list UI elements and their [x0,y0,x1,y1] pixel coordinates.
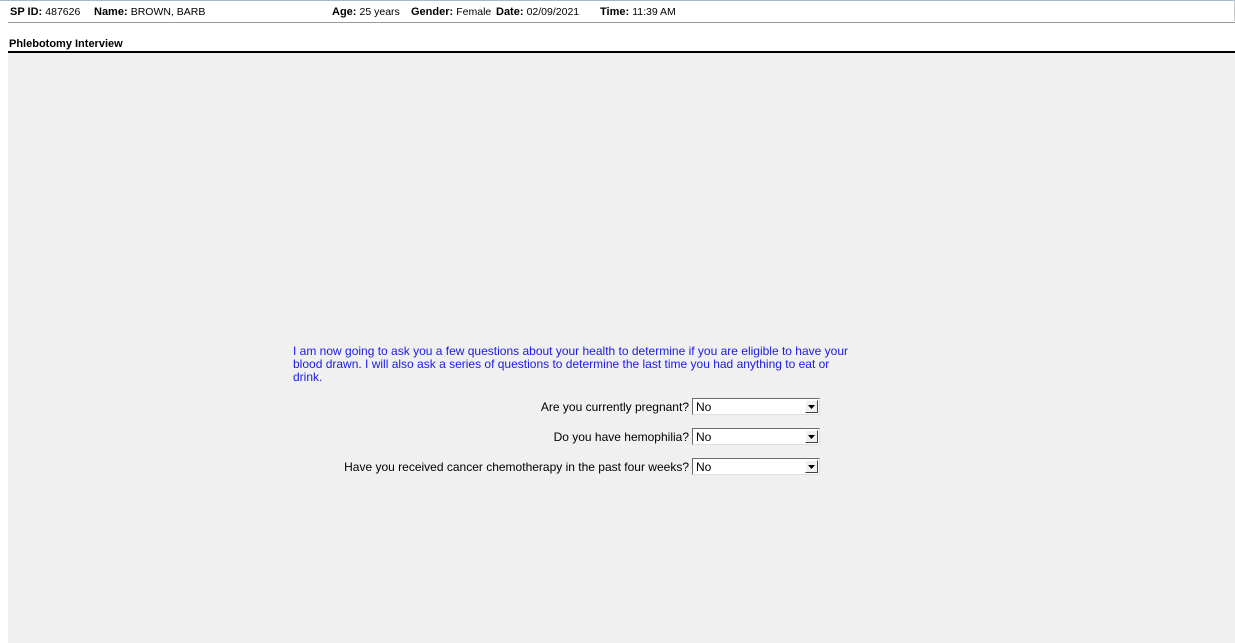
name-value: BROWN, BARB [130,6,206,18]
time-field: Time: 11:39 AM [600,6,676,18]
chevron-down-icon [808,405,815,409]
sp-id-value: 487626 [45,6,81,18]
application-window: SP ID: 487626 Name: BROWN, BARB Age: 25 … [0,0,1235,643]
question-row-pregnant: Are you currently pregnant? No [208,398,820,416]
sp-id-field: SP ID: 487626 [10,6,80,18]
question-label: Are you currently pregnant? [540,400,689,414]
dropdown-button[interactable] [805,400,818,413]
dropdown-button[interactable] [805,460,818,473]
chemotherapy-select[interactable]: No [692,458,820,475]
pregnant-select[interactable]: No [692,398,820,415]
intro-text: I am now going to ask you a few question… [293,344,848,384]
patient-header: SP ID: 487626 Name: BROWN, BARB Age: 25 … [8,1,1235,21]
time-label: Time: [600,6,630,18]
date-value: 02/09/2021 [526,6,580,18]
select-value: No [696,460,712,474]
date-field: Date: 02/09/2021 [496,6,579,18]
question-label: Do you have hemophilia? [553,430,689,444]
chevron-down-icon [808,435,815,439]
date-label: Date: [496,6,524,18]
question-row-hemophilia: Do you have hemophilia? No [208,428,820,446]
question-row-chemotherapy: Have you received cancer chemotherapy in… [208,458,820,476]
chevron-down-icon [808,465,815,469]
question-label: Have you received cancer chemotherapy in… [344,460,689,474]
age-value: 25 years [359,6,400,18]
gender-value: Female [456,6,492,18]
gender-field: Gender: Female [411,6,491,18]
form-title: Phlebotomy Interview [9,38,123,50]
age-field: Age: 25 years [332,6,400,18]
time-value: 11:39 AM [632,6,676,18]
age-label: Age: [332,6,357,18]
dropdown-button[interactable] [805,430,818,443]
select-value: No [696,400,712,414]
sp-id-label: SP ID: [10,6,43,18]
select-value: No [696,430,712,444]
name-label: Name: [94,6,128,18]
form-content: I am now going to ask you a few question… [8,53,1235,643]
gender-label: Gender: [411,6,454,18]
header-divider [8,22,1235,23]
form-title-bar: Phlebotomy Interview [8,34,1235,52]
name-field: Name: BROWN, BARB [94,6,205,18]
hemophilia-select[interactable]: No [692,428,820,445]
